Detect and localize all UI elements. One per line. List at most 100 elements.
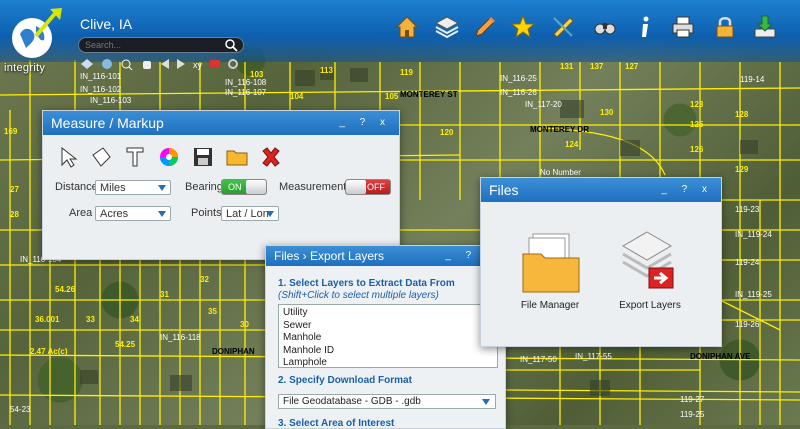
format-value: File Geodatabase - GDB - .gdb (283, 396, 421, 407)
bearing-label: Bearing (185, 181, 223, 193)
save-icon[interactable] (191, 145, 215, 169)
select-arrow-icon[interactable] (57, 145, 81, 169)
step1-hint: (Shift+Click to select multiple layers) (278, 290, 439, 301)
files-panel-titlebar[interactable]: Files _ ? x (481, 178, 721, 202)
file-manager-label[interactable]: File Manager (515, 300, 585, 311)
lock-icon[interactable] (710, 12, 740, 42)
measurements-toggle[interactable]: OFF (345, 179, 391, 195)
export-layers-icon[interactable] (619, 230, 679, 299)
street-label-monterey-dr: MONTEREY DR (530, 125, 589, 134)
area-label: Area (69, 207, 93, 219)
logo-text: integrity (4, 62, 46, 74)
tools-icon[interactable] (226, 57, 240, 69)
layers-listbox[interactable]: Utility Sewer Manhole Manhole ID Lamphol… (278, 304, 498, 368)
download-icon[interactable] (750, 12, 780, 42)
layer-option[interactable]: Manhole ID (283, 345, 493, 358)
measure-icon[interactable] (548, 12, 578, 42)
layer-option[interactable]: Manhole (283, 332, 493, 345)
files-panel-title: Files (489, 182, 519, 198)
parcel-label: 137 (590, 62, 604, 71)
lot-label: 54.25 (115, 340, 136, 349)
node-label: 119-26 (735, 320, 760, 329)
export-layers-label[interactable]: Export Layers (615, 300, 685, 311)
diamond-icon[interactable] (80, 57, 94, 69)
inlet-label: IN_116-102 (80, 85, 122, 94)
inlet-label: IN_117-20 (525, 100, 562, 109)
binoculars-icon[interactable] (590, 12, 620, 42)
chevron-down-icon (266, 211, 274, 217)
measurements-label: Measurements (279, 181, 352, 193)
points-value: Lat / Lon (226, 208, 269, 220)
toggle-knob (346, 180, 366, 194)
home-icon[interactable] (392, 12, 422, 42)
parcel-label: 130 (600, 108, 614, 117)
no-number-label: No Number (540, 168, 581, 177)
window-controls[interactable]: _ ? x (339, 111, 391, 135)
chevron-down-icon (158, 185, 166, 191)
integrity-logo (6, 6, 64, 64)
text-icon[interactable] (123, 145, 147, 169)
distance-value: Miles (100, 182, 126, 194)
parcel-label: 120 (440, 128, 454, 137)
distance-label: Distance (55, 181, 98, 193)
step3-heading: 3. Select Area of Interest (278, 418, 395, 429)
parcel-label: 123 (690, 100, 704, 109)
star-icon[interactable] (508, 12, 538, 42)
inlet-label: IN_117-55 (575, 352, 612, 361)
chevron-down-icon (482, 399, 490, 405)
folder-icon[interactable] (225, 145, 249, 169)
parcel-label: 124 (565, 140, 579, 149)
street-label-doniphan-ave: DONIPHAN AVE (690, 352, 751, 361)
layer-option[interactable]: Sewer (283, 320, 493, 333)
step2-heading: 2. Specify Download Format (278, 375, 412, 386)
measure-markup-panel: Measure / Markup _ ? x Distance Miles Ar… (42, 110, 400, 260)
layer-option[interactable]: Utility (283, 307, 493, 320)
node-label: 119-27 (680, 395, 705, 404)
forward-arrow-icon[interactable] (174, 57, 188, 69)
step1-heading: 1. Select Layers to Extract Data From (278, 278, 455, 289)
points-select[interactable]: Lat / Lon (221, 206, 279, 221)
download-format-select[interactable]: File Geodatabase - GDB - .gdb (278, 394, 496, 409)
lot-label: 35 (208, 307, 217, 316)
inlet-label: IN_116-118 (160, 333, 201, 342)
parcel-label: 131 (560, 62, 574, 71)
globe-icon[interactable] (100, 57, 114, 69)
lot-label: 31 (160, 290, 169, 299)
files-panel: Files _ ? x File Manager Export Layers (480, 177, 722, 347)
back-arrow-icon[interactable] (158, 57, 172, 69)
inlet-label: IN_119-24 (735, 230, 772, 239)
area-select[interactable]: Acres (95, 206, 171, 221)
toggle-knob (246, 180, 266, 194)
search-icon[interactable] (224, 38, 238, 52)
measure-panel-titlebar[interactable]: Measure / Markup _ ? x (43, 111, 399, 135)
polygon-icon[interactable] (89, 145, 113, 169)
search-input[interactable] (78, 37, 244, 53)
layers-icon[interactable] (432, 12, 462, 42)
pan-hand-icon[interactable] (140, 57, 154, 69)
inlet-label: IN_117-50 (520, 355, 557, 364)
inlet-label: IN_119-25 (735, 290, 772, 299)
delete-icon[interactable] (259, 145, 283, 169)
parcel-label: 126 (690, 145, 704, 154)
file-manager-icon[interactable] (521, 230, 581, 299)
bearing-toggle[interactable]: ON (221, 179, 267, 195)
flag-icon[interactable] (208, 57, 222, 69)
info-icon[interactable] (630, 12, 660, 42)
svg-text:xy: xy (193, 60, 203, 70)
layer-option[interactable]: Lamphole (283, 357, 493, 370)
lot-label: 169 (4, 127, 18, 136)
distance-select[interactable]: Miles (95, 180, 171, 195)
node-label: 119-25 (680, 410, 705, 419)
node-label: 119-23 (735, 205, 760, 214)
print-icon[interactable] (668, 12, 698, 42)
window-controls[interactable]: _ ? x (661, 178, 713, 202)
node-label: 119-24 (735, 258, 760, 267)
xy-icon[interactable]: xy (192, 57, 206, 70)
pencil-icon[interactable] (470, 12, 500, 42)
chevron-down-icon (158, 211, 166, 217)
zoom-in-icon[interactable] (120, 57, 134, 71)
color-wheel-icon[interactable] (157, 145, 181, 169)
export-panel-titlebar[interactable]: Files › Export Layers _ ? x (266, 246, 505, 266)
parcel-label: 113 (320, 66, 333, 75)
street-label-doniphan: DONIPHAN (212, 347, 255, 356)
